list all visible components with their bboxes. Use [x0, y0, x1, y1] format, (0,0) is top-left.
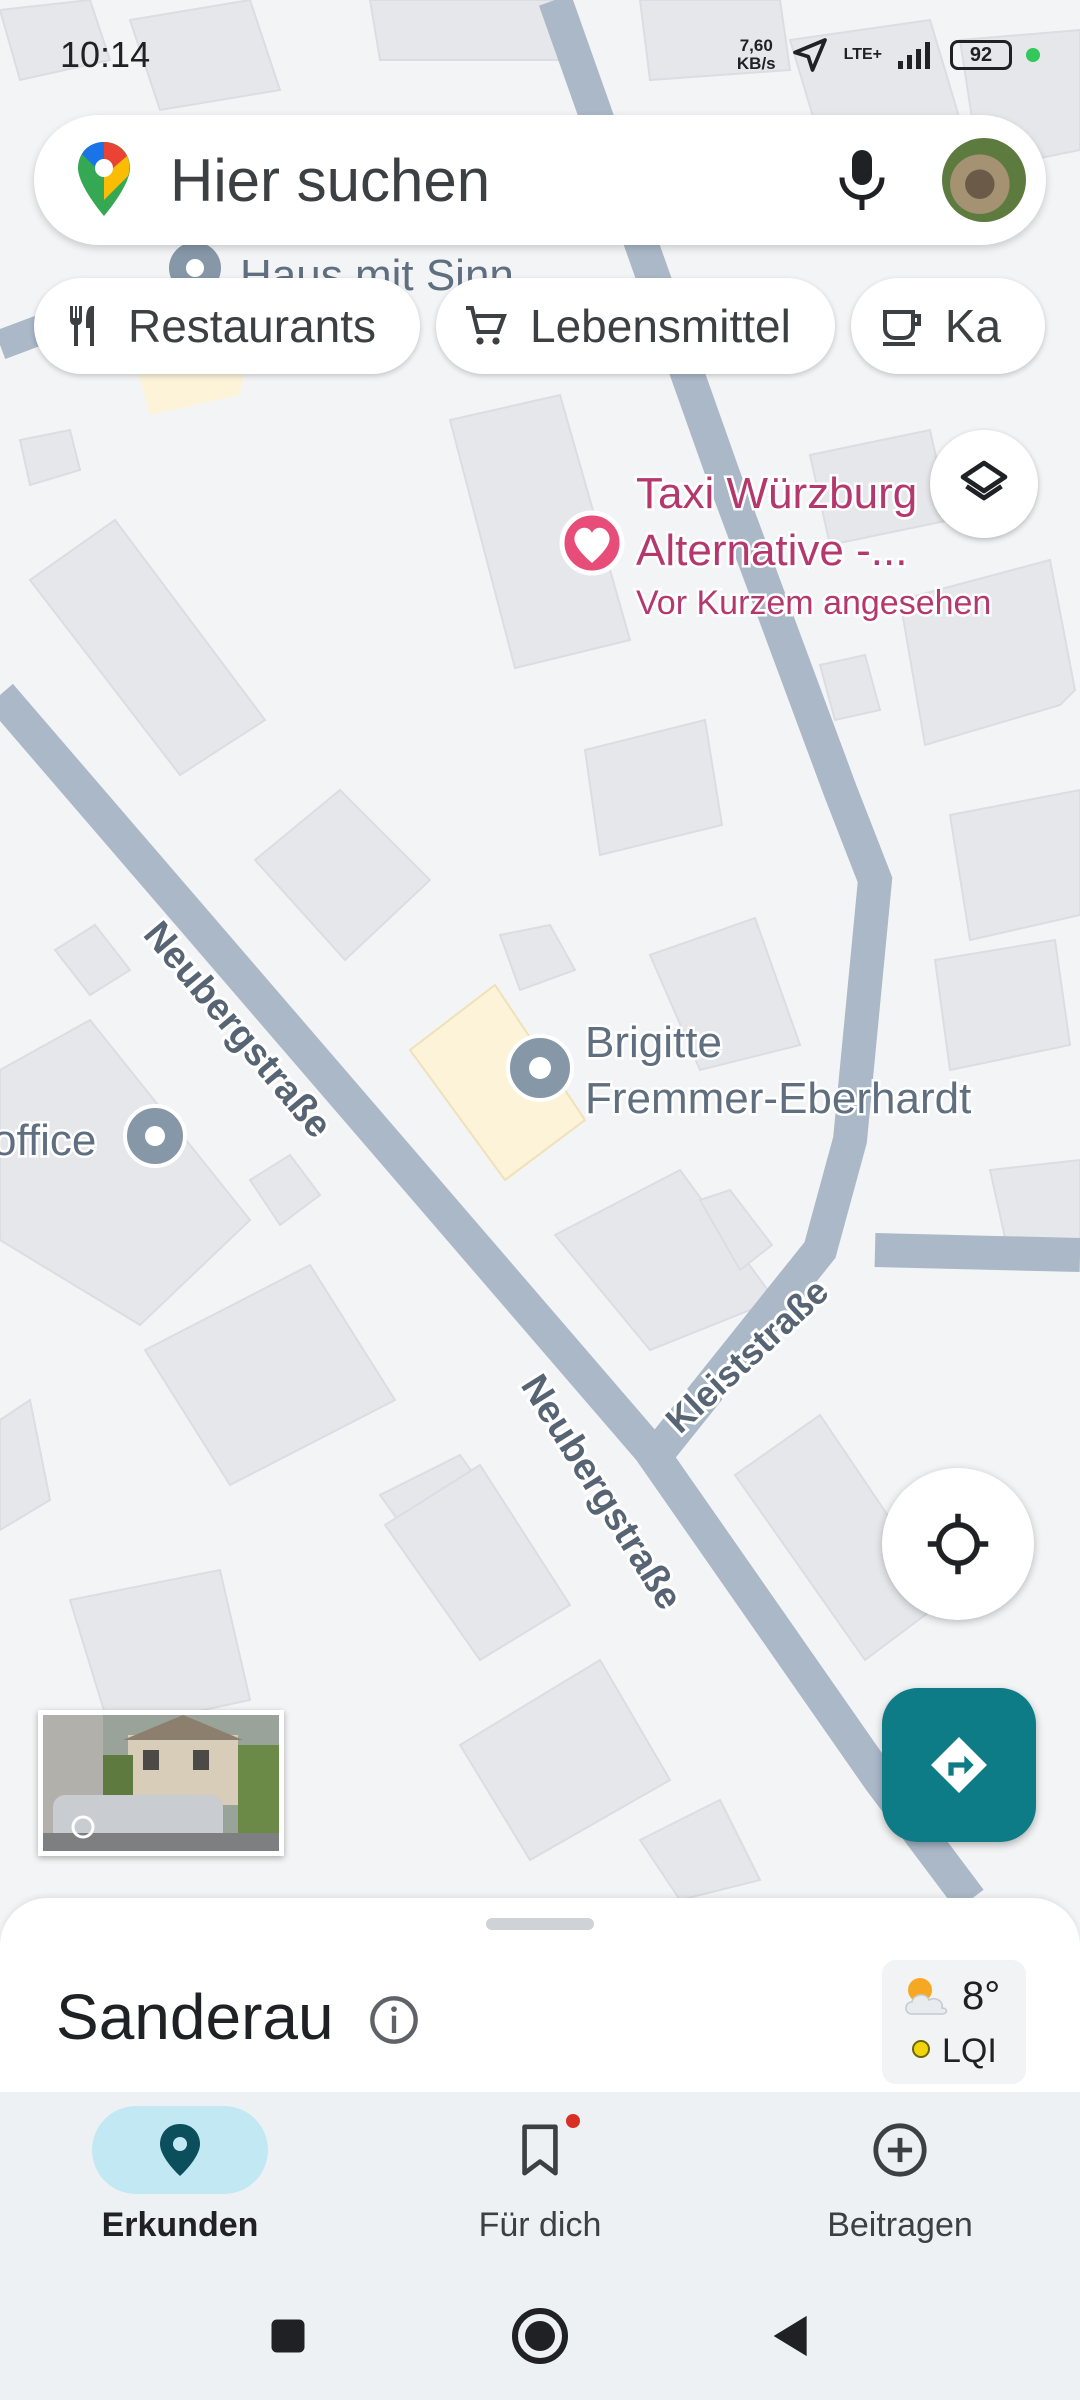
bookmark-icon	[522, 2124, 558, 2176]
poi-brigitte-label-line2: Fremmer-Eberhardt	[585, 1074, 971, 1123]
nav-contribute[interactable]: Beitragen	[750, 2092, 1050, 2245]
search-input[interactable]: Hier suchen	[170, 146, 832, 215]
directions-icon	[931, 1737, 987, 1793]
chip-kaffee[interactable]: Ka	[850, 278, 1046, 374]
layers-button[interactable]	[930, 430, 1038, 538]
nav-explore-pill[interactable]	[92, 2106, 268, 2194]
poi-office-label: office	[0, 1116, 96, 1165]
notification-dot	[566, 2114, 580, 2128]
battery-indicator: 92	[950, 40, 1012, 70]
avatar[interactable]	[942, 138, 1026, 222]
poi-taxi-label-line1: Taxi Würzburg	[636, 469, 917, 518]
place-title: Sanderau	[56, 1981, 334, 2053]
weather-widget[interactable]: 8° LQI	[882, 1960, 1026, 2084]
weather-temperature: 8°	[962, 1974, 1001, 2018]
system-navigation-bar	[0, 2272, 1080, 2400]
poi-brigitte-label-line1: Brigitte	[585, 1018, 722, 1067]
nav-explore-label: Erkunden	[101, 2206, 259, 2244]
status-bar: 10:14 7,60 KB/s LTE+ 92	[0, 0, 1080, 110]
directions-button[interactable]	[882, 1688, 1036, 1842]
microphone-icon[interactable]	[832, 145, 892, 215]
google-maps-logo-icon	[78, 142, 130, 216]
air-quality-label: LQI	[942, 2032, 997, 2070]
poi-taxi-label-line2: Alternative -...	[636, 526, 907, 575]
info-icon[interactable]	[368, 1994, 420, 2046]
network-type: LTE+	[843, 46, 882, 63]
nav-contribute-label: Beitragen	[827, 2206, 973, 2244]
privacy-indicator-dot	[1026, 48, 1040, 62]
status-time: 10:14	[60, 34, 151, 75]
location-arrow-icon	[792, 38, 827, 72]
location-pin-icon	[160, 2124, 200, 2176]
search-bar[interactable]: Hier suchen	[34, 115, 1046, 245]
fork-knife-icon	[70, 306, 94, 346]
bottom-navigation: Erkunden Für dich Beitragen	[0, 2092, 1080, 2272]
my-location-button[interactable]	[882, 1468, 1034, 1620]
crosshair-icon	[927, 1513, 989, 1575]
recent-apps-icon[interactable]	[266, 2314, 310, 2358]
layers-icon	[960, 460, 1008, 501]
add-circle-icon	[873, 2123, 927, 2177]
drag-handle[interactable]	[486, 1918, 594, 1930]
nav-contribute-pill[interactable]	[812, 2106, 988, 2194]
battery-level: 92	[969, 43, 993, 66]
street-view-image	[43, 1715, 279, 1851]
home-icon[interactable]	[510, 2306, 570, 2366]
cup-icon	[882, 310, 921, 346]
nav-for-you[interactable]: Für dich	[390, 2092, 690, 2245]
poi-taxi-subtitle: Vor Kurzem angesehen	[636, 584, 991, 622]
chip-lebensmittel-label: Lebensmittel	[530, 300, 791, 352]
nav-for-you-label: Für dich	[478, 2206, 602, 2244]
back-icon[interactable]	[770, 2312, 814, 2360]
network-speed-value: 7,60	[739, 36, 773, 55]
air-quality-dot	[912, 2040, 930, 2058]
nav-explore[interactable]: Erkunden	[30, 2092, 330, 2245]
nav-for-you-pill[interactable]	[452, 2106, 628, 2194]
cart-icon	[466, 306, 507, 345]
bottom-sheet[interactable]: Sanderau 8° LQI	[0, 1898, 1080, 2092]
status-icons: 7,60 KB/s LTE+ 92	[737, 35, 1040, 75]
chip-lebensmittel[interactable]: Lebensmittel	[436, 278, 835, 374]
network-speed-unit: KB/s	[736, 54, 776, 73]
network-speed: 7,60 KB/s	[737, 37, 776, 73]
street-view-thumbnail[interactable]	[38, 1710, 284, 1856]
chip-kaffee-label: Ka	[944, 300, 1002, 352]
signal-icon	[898, 42, 930, 69]
chip-restaurants-label: Restaurants	[128, 300, 377, 352]
category-chips: Restaurants Lebensmittel Ka	[34, 278, 1046, 374]
chip-restaurants[interactable]: Restaurants	[34, 278, 421, 374]
partly-cloudy-icon	[905, 1978, 948, 2015]
